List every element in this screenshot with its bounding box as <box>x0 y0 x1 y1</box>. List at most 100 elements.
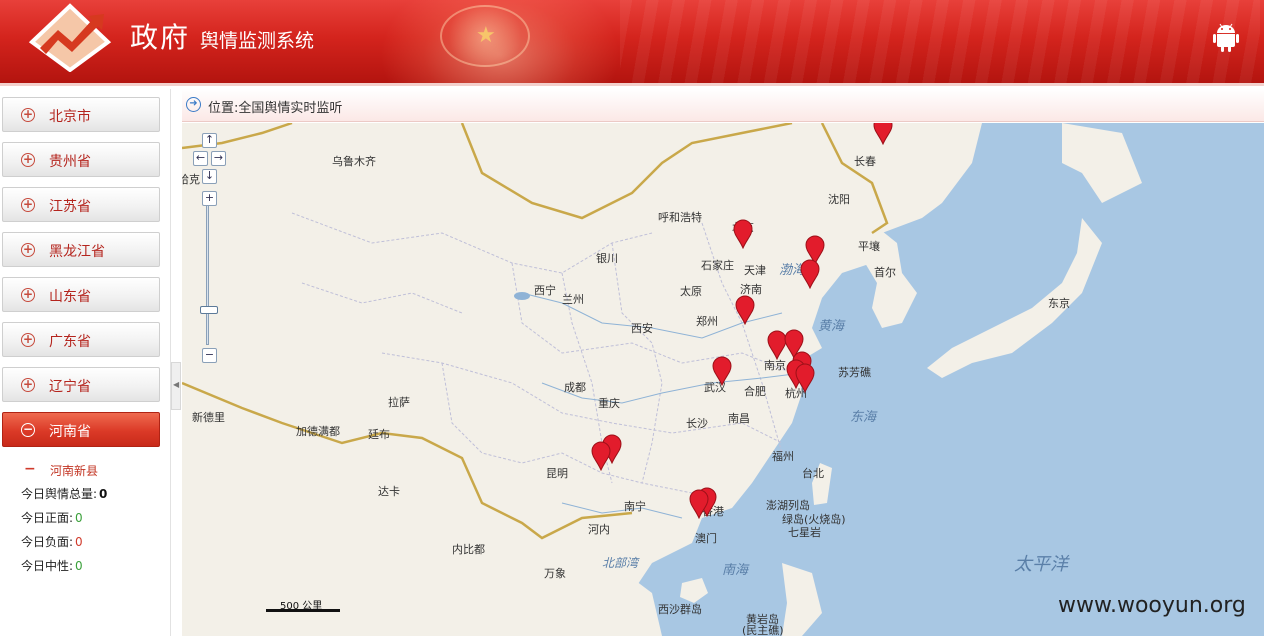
city-label: 兰州 <box>562 293 584 306</box>
pan-down-button[interactable]: ↓ <box>202 169 217 184</box>
sidebar-item-label: 山东省 <box>49 289 91 305</box>
map-scale: 500 公里 <box>266 597 340 612</box>
android-icon[interactable] <box>1212 22 1240 52</box>
city-label: 乌鲁木齐 <box>332 155 376 168</box>
arrow-right-icon: ➜ <box>186 97 201 112</box>
stat-negative-value: 0 <box>75 535 83 549</box>
stat-negative-label: 今日负面: <box>21 535 74 549</box>
city-label: 西安 <box>631 322 653 335</box>
zoom-in-button[interactable]: + <box>202 191 217 206</box>
pan-up-button[interactable]: ↑ <box>202 133 217 148</box>
expand-plus-icon: + <box>21 197 35 212</box>
city-label: 万象 <box>544 567 566 580</box>
location-bar: ➜ 位置:全国舆情实时监听 <box>182 89 1264 122</box>
zoom-slider-track[interactable] <box>200 205 218 345</box>
stat-neutral-label: 今日中性: <box>21 559 74 573</box>
pan-left-button[interactable]: ← <box>193 151 208 166</box>
city-label: 银川 <box>596 252 618 265</box>
sidebar-item-shandong[interactable]: + 山东省 <box>2 277 160 312</box>
city-label: 石家庄 <box>701 259 734 272</box>
sidebar-item-label: 北京市 <box>49 109 91 125</box>
city-label: 廷布 <box>368 428 390 441</box>
city-label: (民主礁) <box>742 624 784 636</box>
app-title: 政府 <box>130 21 191 54</box>
pan-right-button[interactable]: → <box>211 151 226 166</box>
city-label: 东京 <box>1048 297 1070 310</box>
sidebar-item-label: 黑龙江省 <box>49 244 105 260</box>
city-label: 首尔 <box>874 266 896 279</box>
map-marker-pin-icon[interactable] <box>794 363 816 393</box>
sidebar-item-heilongjiang[interactable]: + 黑龙江省 <box>2 232 160 267</box>
expand-plus-icon: + <box>21 107 35 122</box>
sidebar-collapse-handle[interactable]: ◀ <box>171 362 181 410</box>
location-text: 位置:全国舆情实时监听 <box>208 97 342 116</box>
expand-plus-icon: + <box>21 332 35 347</box>
sidebar-item-jiangsu[interactable]: + 江苏省 <box>2 187 160 222</box>
sidebar-item-henan[interactable]: − 河南省 <box>2 412 160 447</box>
city-label: 苏芳礁 <box>838 366 871 379</box>
sidebar: + 北京市 + 贵州省 + 江苏省 + 黑龙江省 + 山东省 + 广东省 + 辽… <box>0 89 171 636</box>
sidebar-item-label: 广东省 <box>49 334 91 350</box>
location-value: 全国舆情实时监听 <box>238 101 343 116</box>
city-label: 加德满都 <box>296 425 340 438</box>
expand-plus-icon: + <box>21 377 35 392</box>
city-label: 重庆 <box>598 397 620 410</box>
city-label: 长沙 <box>686 417 708 430</box>
sidebar-item-guizhou[interactable]: + 贵州省 <box>2 142 160 177</box>
city-label: 沈阳 <box>828 193 850 206</box>
stat-positive-label: 今日正面: <box>21 511 74 525</box>
zoom-out-button[interactable]: − <box>202 348 217 363</box>
city-label: 哈克 <box>182 173 200 186</box>
sidebar-item-label: 江苏省 <box>49 199 91 215</box>
city-label: 天津 <box>744 264 766 277</box>
city-label: 新德里 <box>192 411 225 424</box>
city-label: 七星岩 <box>788 526 821 539</box>
city-label: 拉萨 <box>388 396 410 409</box>
city-label: 呼和浩特 <box>658 211 702 224</box>
city-label: 太原 <box>680 285 702 298</box>
stat-total-label: 今日舆情总量: <box>21 487 98 501</box>
sea-label: 黄海 <box>818 319 845 334</box>
city-label: 内比都 <box>452 543 485 556</box>
logo-icon <box>28 3 112 72</box>
city-label: 西宁 <box>534 284 556 297</box>
sea-label: 太平洋 <box>1014 554 1068 575</box>
sidebar-item-label: 贵州省 <box>49 154 91 170</box>
map-marker-pin-icon[interactable] <box>590 441 612 471</box>
zoom-slider-thumb[interactable] <box>200 306 218 314</box>
map-marker-pin-icon[interactable] <box>799 259 821 289</box>
city-label: 昆明 <box>546 467 568 480</box>
stat-negative: 今日负面: 0 <box>21 533 83 550</box>
city-label: 福州 <box>772 450 794 463</box>
sea-label: 东海 <box>850 410 877 425</box>
app-subtitle: 舆情监测系统 <box>200 30 315 52</box>
map-marker-pin-icon[interactable] <box>711 356 733 386</box>
expand-plus-icon: + <box>21 242 35 257</box>
city-label: 河内 <box>588 523 610 536</box>
sidebar-item-liaoning[interactable]: + 辽宁省 <box>2 367 160 402</box>
sidebar-item-guangdong[interactable]: + 广东省 <box>2 322 160 357</box>
scale-bar <box>266 609 340 612</box>
stat-total: 今日舆情总量: 0 <box>21 485 107 502</box>
stat-neutral: 今日中性: 0 <box>21 557 83 574</box>
sea-label: 北部湾 <box>602 556 639 570</box>
stat-positive-value: 0 <box>75 511 83 525</box>
county-name: 河南新县 <box>50 464 99 478</box>
expand-plus-icon: + <box>21 152 35 167</box>
map-marker-pin-icon[interactable] <box>872 123 894 145</box>
expand-plus-icon: + <box>21 287 35 302</box>
app-header: ★ 政府 舆情监测系统 <box>0 0 1264 86</box>
city-label: 平壤 <box>858 240 880 253</box>
map-marker-pin-icon[interactable] <box>734 295 756 325</box>
map-marker-pin-icon[interactable] <box>688 489 710 519</box>
city-label: 成都 <box>564 381 586 394</box>
sidebar-item-beijing[interactable]: + 北京市 <box>2 97 160 132</box>
map-view[interactable]: ↑ ← → ↓ + − 哈克 乌鲁木齐 长春 呼和浩特 北京 沈阳 平壤 银川 … <box>182 123 1264 636</box>
city-label: 郑州 <box>696 315 718 328</box>
city-label: 南宁 <box>624 500 646 513</box>
city-label: 台北 <box>802 467 824 480</box>
national-emblem-decoration: ★ <box>440 5 530 67</box>
map-marker-pin-icon[interactable] <box>732 219 754 249</box>
header-rays-decoration <box>620 0 1260 83</box>
city-label: 长春 <box>854 155 876 168</box>
